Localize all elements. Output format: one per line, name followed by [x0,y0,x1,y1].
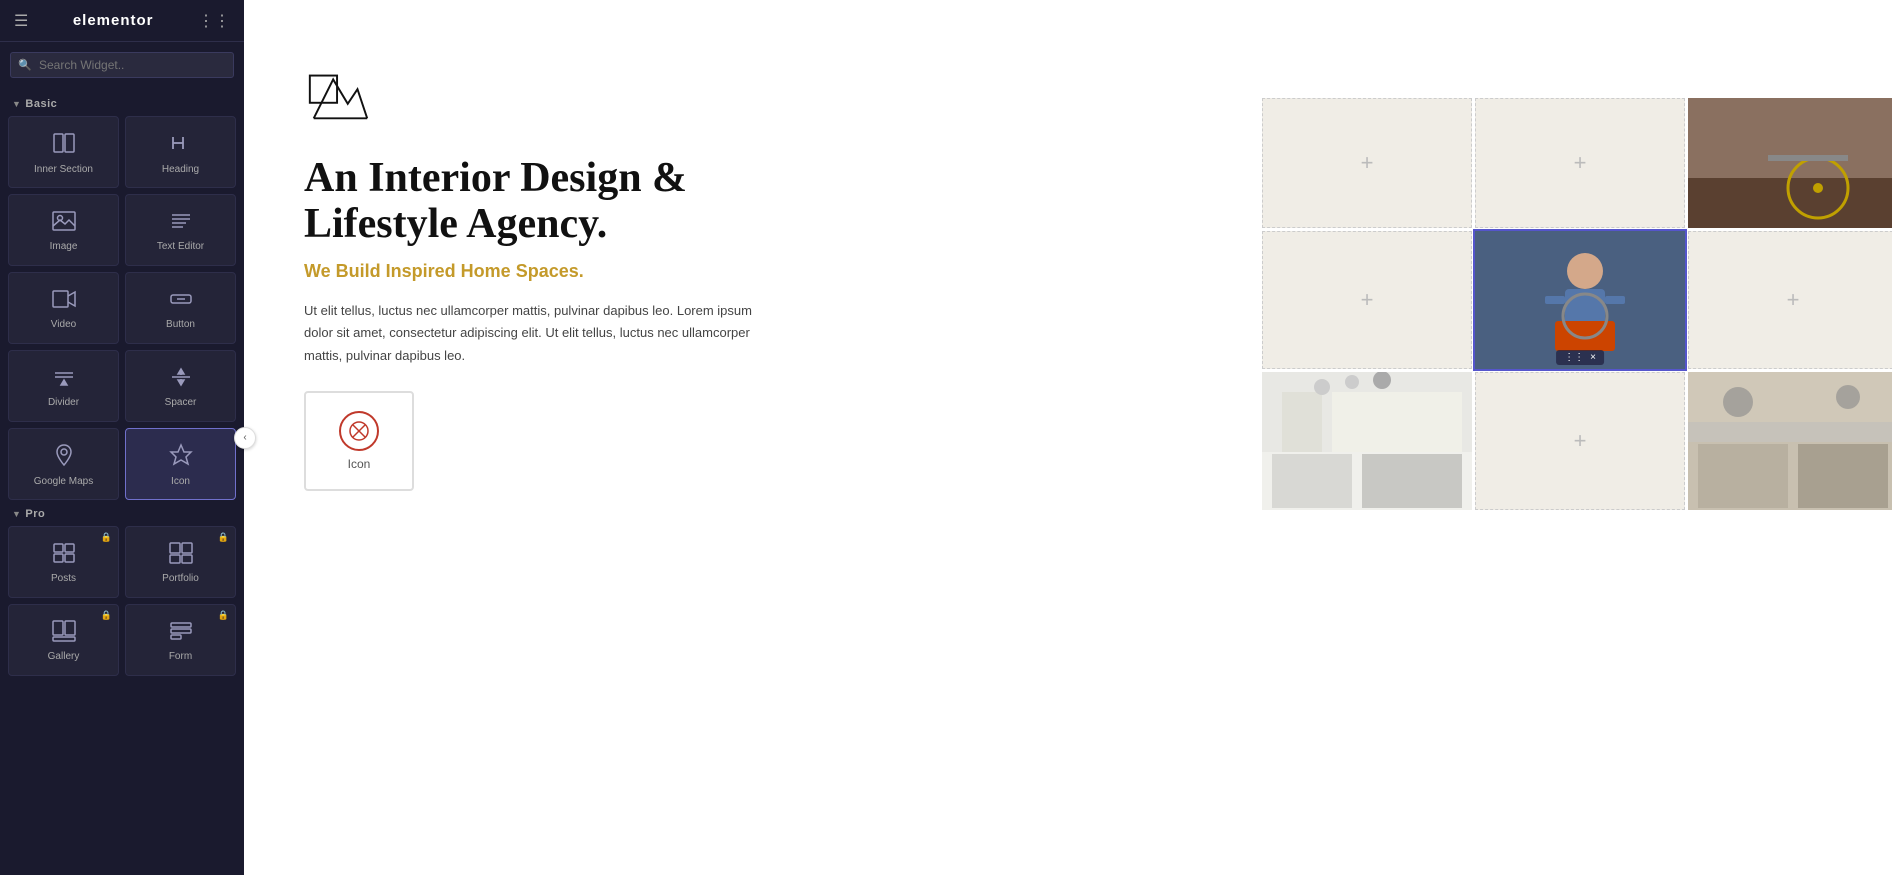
pro-widget-grid: 🔒 Posts 🔒 [8,526,236,676]
gallery-icon [52,620,76,646]
img-cell-2-1[interactable]: + [1262,231,1472,369]
widget-posts-label: Posts [51,573,76,585]
section-basic-arrow: ▼ [12,99,21,109]
section-basic-label: Basic [25,98,57,110]
hero-body: Ut elit tellus, luctus nec ullamcorper m… [304,300,764,366]
img-cell-1-2[interactable]: + [1475,98,1685,228]
gallery-lock-icon: 🔒 [101,610,112,621]
icon-widget-icon [169,443,193,471]
widget-text-editor-label: Text Editor [157,241,204,253]
widget-divider-label: Divider [48,397,79,409]
widget-google-maps-label: Google Maps [34,476,93,488]
widget-heading[interactable]: Heading [125,116,236,188]
widget-search-area: 🔍 [0,42,244,84]
plus-icon-3-2: + [1574,428,1587,454]
section-basic-header[interactable]: ▼ Basic [12,98,236,110]
sidebar-header: ☰ elementor ⋮⋮ [0,0,244,42]
icon-widget-preview[interactable]: Icon [304,391,414,491]
form-lock-icon: 🔒 [218,610,229,621]
widget-text-editor[interactable]: Text Editor [125,194,236,266]
plus-icon-1-2: + [1574,150,1587,176]
widget-icon-label: Icon [171,476,190,488]
plus-icon-2-1: + [1361,287,1374,313]
portfolio-lock-icon: 🔒 [218,532,229,543]
img-cell-1-3[interactable] [1688,98,1892,228]
img-cell-2-2[interactable]: ⋮⋮ × [1475,231,1685,369]
widget-heading-label: Heading [162,164,199,176]
icon-widget-label: Icon [348,457,371,471]
hero-subtitle: We Build Inspired Home Spaces. [304,261,764,282]
widget-icon[interactable]: Icon [125,428,236,500]
portfolio-icon [169,542,193,568]
img-cell-2-3[interactable]: + [1688,231,1892,369]
cell-handle-2-2: ⋮⋮ × [1556,350,1604,365]
img-cell-3-1[interactable] [1262,372,1472,510]
canvas-wrapper: An Interior Design & Lifestyle Agency. W… [244,0,1892,875]
cell-close-icon[interactable]: × [1590,352,1596,363]
widget-form[interactable]: 🔒 Form [125,604,236,676]
basic-widget-grid: Inner Section Heading [8,116,236,500]
section-pro-arrow: ▼ [12,509,21,519]
widget-inner-section[interactable]: Inner Section [8,116,119,188]
google-maps-icon [53,443,75,471]
elementor-logo: elementor [73,12,154,29]
hero-logo [304,60,764,135]
widget-spacer-label: Spacer [165,397,197,409]
widget-form-label: Form [169,651,192,663]
img-cell-3-2[interactable]: + [1475,372,1685,510]
page-canvas: An Interior Design & Lifestyle Agency. W… [244,0,1892,875]
sidebar: ☰ elementor ⋮⋮ 🔍 ▼ Basic Inner Section [0,0,244,875]
heading-icon [169,131,193,159]
icon-widget-circle [339,411,379,451]
widget-posts[interactable]: 🔒 Posts [8,526,119,598]
widget-portfolio[interactable]: 🔒 Portfolio [125,526,236,598]
widget-video[interactable]: Video [8,272,119,344]
hero-right-images: + + [804,0,1892,540]
widget-panel: ▼ Basic Inner Section [0,84,244,875]
plus-icon-2-3: + [1787,287,1800,313]
grid-icon[interactable]: ⋮⋮ [198,11,230,31]
widget-google-maps[interactable]: Google Maps [8,428,119,500]
section-pro-label: Pro [25,508,45,520]
image-icon [52,210,76,236]
widget-divider[interactable]: Divider [8,350,119,422]
hero-title: An Interior Design & Lifestyle Agency. [304,155,764,247]
text-editor-icon [169,210,193,236]
cell-move-icon[interactable]: ⋮⋮ [1564,352,1584,363]
search-input[interactable] [10,52,234,78]
widget-video-label: Video [51,319,76,331]
widget-spacer[interactable]: Spacer [125,350,236,422]
hero-section: An Interior Design & Lifestyle Agency. W… [244,0,1892,540]
button-icon [169,288,193,314]
widget-inner-section-label: Inner Section [34,164,93,176]
widget-button-label: Button [166,319,195,331]
hamburger-icon[interactable]: ☰ [14,11,28,31]
widget-portfolio-label: Portfolio [162,573,199,585]
image-grid: + + [1262,98,1892,528]
posts-lock-icon: 🔒 [101,532,112,543]
sidebar-collapse-button[interactable]: ‹ [234,427,256,449]
widget-image[interactable]: Image [8,194,119,266]
img-cell-3-3[interactable] [1688,372,1892,510]
divider-icon [52,366,76,392]
form-icon [169,620,193,646]
posts-icon [52,542,76,568]
widget-button[interactable]: Button [125,272,236,344]
search-icon: 🔍 [18,59,32,72]
widget-gallery-label: Gallery [48,651,80,663]
section-pro-header[interactable]: ▼ Pro [12,508,236,520]
hero-left-content: An Interior Design & Lifestyle Agency. W… [244,0,804,540]
widget-gallery[interactable]: 🔒 Gallery [8,604,119,676]
video-icon [52,288,76,314]
inner-section-icon [52,131,76,159]
widget-image-label: Image [50,241,78,253]
plus-icon-1-1: + [1361,150,1374,176]
spacer-icon [169,366,193,392]
img-cell-1-1[interactable]: + [1262,98,1472,228]
